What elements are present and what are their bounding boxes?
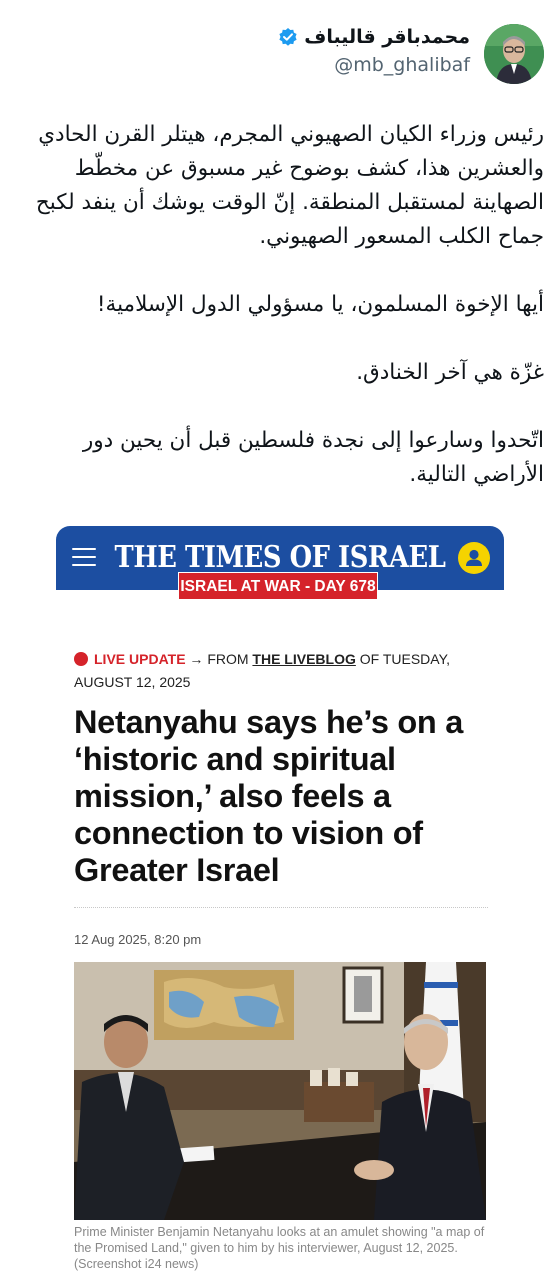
live-update-label: LIVE UPDATE — [94, 651, 186, 667]
tweet-text: رئیس وزراء الکیان الصهیوني المجرم، هیتلر… — [18, 118, 544, 526]
tweet-paragraph: غزّة هي آخر الخنادق. — [356, 360, 544, 385]
author-names: محمدباقر قالیباف @mb_ghalibaf — [278, 26, 470, 76]
war-day-banner[interactable]: ISRAEL AT WAR - DAY 678 — [178, 572, 378, 600]
author-handle[interactable]: @mb_ghalibaf — [278, 54, 470, 76]
tweet-paragraph: اتّحدوا وسارعوا إلى نجدة فلسطین قبل أن ی… — [82, 428, 544, 487]
divider — [74, 907, 488, 908]
article-screenshot-card[interactable]: THE TIMES OF ISRAEL ISRAEL AT WAR - DAY … — [56, 526, 504, 1280]
article-headline[interactable]: Netanyahu says he’s on a ‘historic and s… — [74, 704, 488, 889]
verified-badge-icon — [279, 28, 297, 46]
tweet-header: محمدباقر قالیباف @mb_ghalibaf — [0, 20, 560, 90]
site-logo[interactable]: THE TIMES OF ISRAEL — [87, 540, 472, 575]
article-content: LIVE UPDATE → FROM THE LIVEBLOG OF TUESD… — [74, 648, 488, 947]
liveblog-link[interactable]: THE LIVEBLOG — [252, 651, 355, 667]
from-text: FROM — [207, 651, 249, 667]
tweet-paragraph: رئیس وزراء الکیان الصهیوني المجرم، هیتلر… — [35, 122, 544, 249]
author-avatar[interactable] — [484, 24, 544, 84]
live-update-line: LIVE UPDATE → FROM THE LIVEBLOG OF TUESD… — [74, 648, 488, 694]
display-name-row[interactable]: محمدباقر قالیباف — [278, 26, 470, 48]
photo-caption: Prime Minister Benjamin Netanyahu looks … — [74, 1225, 485, 1271]
live-dot-icon — [74, 652, 88, 666]
tweet-paragraph: أیها الإخوة المسلمون، یا مسؤولي الدول ال… — [96, 292, 544, 317]
user-account-icon[interactable] — [458, 542, 490, 574]
article-dateline: 12 Aug 2025, 8:20 pm — [74, 932, 202, 947]
display-name[interactable]: محمدباقر قالیباف — [304, 26, 470, 48]
article-photo — [74, 962, 486, 1220]
arrow-icon: → — [189, 651, 204, 667]
